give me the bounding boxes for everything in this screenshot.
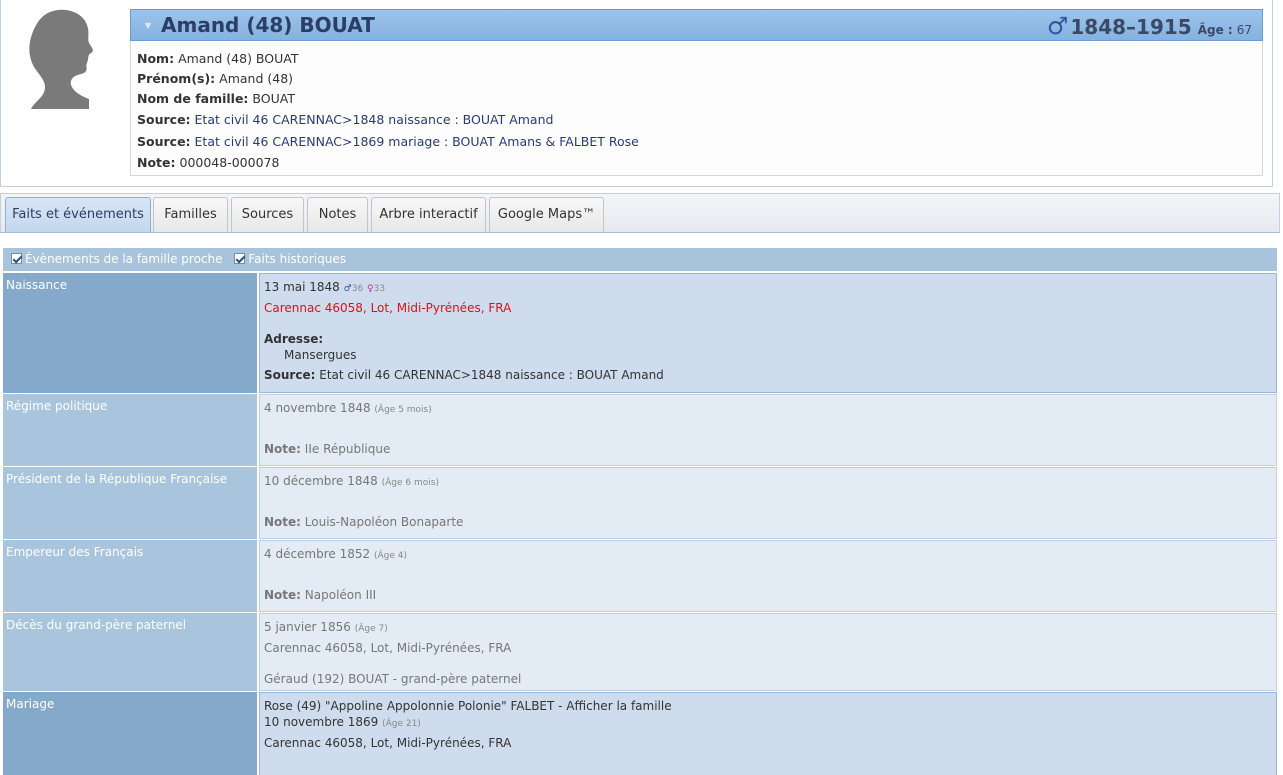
source-label: Source:	[264, 368, 316, 382]
collapse-toggle-icon[interactable]: ▼	[145, 21, 151, 30]
famille-value: BOUAT	[252, 91, 295, 106]
note-label: Note:	[137, 155, 176, 170]
event-age: (Âge 5 mois)	[374, 405, 432, 415]
event-date: 5 janvier 1856	[264, 620, 351, 634]
mother-age: 33	[373, 284, 386, 294]
tab-sources[interactable]: Sources	[231, 197, 304, 232]
mother-icon: ♀	[367, 284, 374, 294]
historic-events-checkbox[interactable]	[234, 253, 246, 264]
person-facts: Nom: Amand (48) BOUAT Prénom(s): Amand (…	[137, 49, 639, 173]
event-place[interactable]: Carennac 46058, Lot, Midi-Pyrénées, FRA	[264, 300, 1272, 321]
event-age: (Âge 4)	[373, 551, 408, 561]
source-label: Source:	[137, 134, 191, 149]
event-content: 13 mai 1848 ♂36 ♀33 Carennac 46058, Lot,…	[259, 273, 1277, 393]
event-label: Mariage	[3, 692, 257, 775]
note-label: Note:	[264, 588, 301, 602]
male-icon: ♂	[1046, 12, 1069, 40]
event-label: Régime politique	[3, 394, 257, 466]
tab-google-maps[interactable]: Google Maps™	[489, 197, 604, 232]
nom-label: Nom:	[137, 51, 175, 66]
event-empereur: Empereur des Français 4 décembre 1852 (Â…	[3, 540, 1277, 612]
family-events-checkbox[interactable]	[11, 253, 22, 264]
event-label: Président de la République Française	[3, 467, 257, 539]
nom-value: Amand (48) BOUAT	[178, 51, 299, 66]
note-label: Note:	[264, 515, 301, 529]
event-note: Napoléon III	[304, 588, 377, 602]
famille-label: Nom de famille:	[137, 91, 249, 106]
event-age: (Âge 7)	[354, 624, 388, 634]
father-icon: ♂	[343, 284, 352, 294]
family-events-label[interactable]: Évènements de la famille proche	[25, 252, 223, 266]
event-mariage: Mariage Rose (49) "Appoline Appolonnie P…	[3, 692, 1277, 775]
event-place[interactable]: Carennac 46058, Lot, Midi-Pyrénées, FRA	[264, 735, 1272, 756]
event-label: Empereur des Français	[3, 540, 257, 612]
event-content: 5 janvier 1856 (Âge 7) Carennac 46058, L…	[259, 613, 1277, 691]
event-regime: Régime politique 4 novembre 1848 (Âge 5 …	[3, 394, 1277, 466]
silhouette-icon	[29, 9, 93, 109]
event-date: 10 novembre 1869	[264, 715, 379, 729]
event-label: Décès du grand-père paternel	[3, 613, 257, 691]
person-summary-panel: ▼ Amand (48) BOUAT ♂ 1848–1915 Âge : 67 …	[130, 9, 1263, 176]
historic-events-label[interactable]: Faits historiques	[248, 252, 346, 266]
age-label: Âge :	[1197, 23, 1233, 37]
lifespan: 1848–1915	[1070, 15, 1192, 39]
event-content: Rose (49) "Appoline Appolonnie Polonie" …	[259, 692, 1277, 775]
event-source[interactable]: Etat civil 46 CARENNAC>1848 naissance : …	[319, 368, 664, 382]
event-note: Louis-Napoléon Bonaparte	[304, 515, 464, 529]
event-content: 4 décembre 1852 (Âge 4) Note: Napoléon I…	[259, 540, 1277, 612]
event-content: 4 novembre 1848 (Âge 5 mois) Note: IIe R…	[259, 394, 1277, 466]
event-label: Naissance	[3, 273, 257, 393]
note-value: 000048-000078	[179, 155, 280, 170]
address-label: Adresse:	[264, 332, 324, 346]
event-president: Président de la République Française 10 …	[3, 467, 1277, 539]
event-date: 13 mai 1848	[264, 280, 340, 294]
event-age: (Âge 21)	[382, 719, 421, 729]
source-link-birth[interactable]: Etat civil 46 CARENNAC>1848 naissance : …	[195, 112, 554, 127]
event-options-bar: Évènements de la famille proche Faits hi…	[3, 248, 1277, 271]
tab-bar: Faits et événements Familles Sources Not…	[0, 193, 1280, 233]
person-title-bar[interactable]: ▼ Amand (48) BOUAT ♂ 1848–1915 Âge : 67	[130, 9, 1263, 41]
age-value: 67	[1236, 23, 1252, 37]
source-label: Source:	[137, 112, 191, 127]
spouse-link[interactable]: Rose (49) "Appoline Appolonnie Polonie" …	[264, 698, 1272, 714]
prenom-value: Amand (48)	[219, 71, 294, 86]
event-note: IIe République	[304, 442, 391, 456]
event-person[interactable]: Géraud (192) BOUAT - grand-père paternel	[264, 671, 1272, 692]
event-deces-grand-pere: Décès du grand-père paternel 5 janvier 1…	[3, 613, 1277, 691]
tab-familles[interactable]: Familles	[153, 197, 228, 232]
event-content: 10 décembre 1848 (Âge 6 mois) Note: Loui…	[259, 467, 1277, 539]
event-date: 10 décembre 1848	[264, 474, 378, 488]
source-link-marriage[interactable]: Etat civil 46 CARENNAC>1869 mariage : BO…	[195, 134, 639, 149]
tab-faits[interactable]: Faits et événements	[5, 197, 151, 232]
event-date: 4 novembre 1848	[264, 401, 371, 415]
event-date: 4 décembre 1852	[264, 547, 371, 561]
person-name: Amand (48) BOUAT	[161, 13, 375, 37]
prenom-label: Prénom(s):	[137, 71, 216, 86]
tab-arbre[interactable]: Arbre interactif	[371, 197, 486, 232]
person-header: ▼ Amand (48) BOUAT ♂ 1848–1915 Âge : 67 …	[0, 0, 1273, 187]
father-age: 36	[351, 284, 364, 294]
event-place[interactable]: Carennac 46058, Lot, Midi-Pyrénées, FRA	[264, 640, 1272, 661]
event-age: (Âge 6 mois)	[381, 478, 439, 488]
tab-notes[interactable]: Notes	[307, 197, 368, 232]
note-label: Note:	[264, 442, 301, 456]
event-naissance: Naissance 13 mai 1848 ♂36 ♀33 Carennac 4…	[3, 273, 1277, 393]
address-value: Mansergues	[284, 348, 357, 362]
